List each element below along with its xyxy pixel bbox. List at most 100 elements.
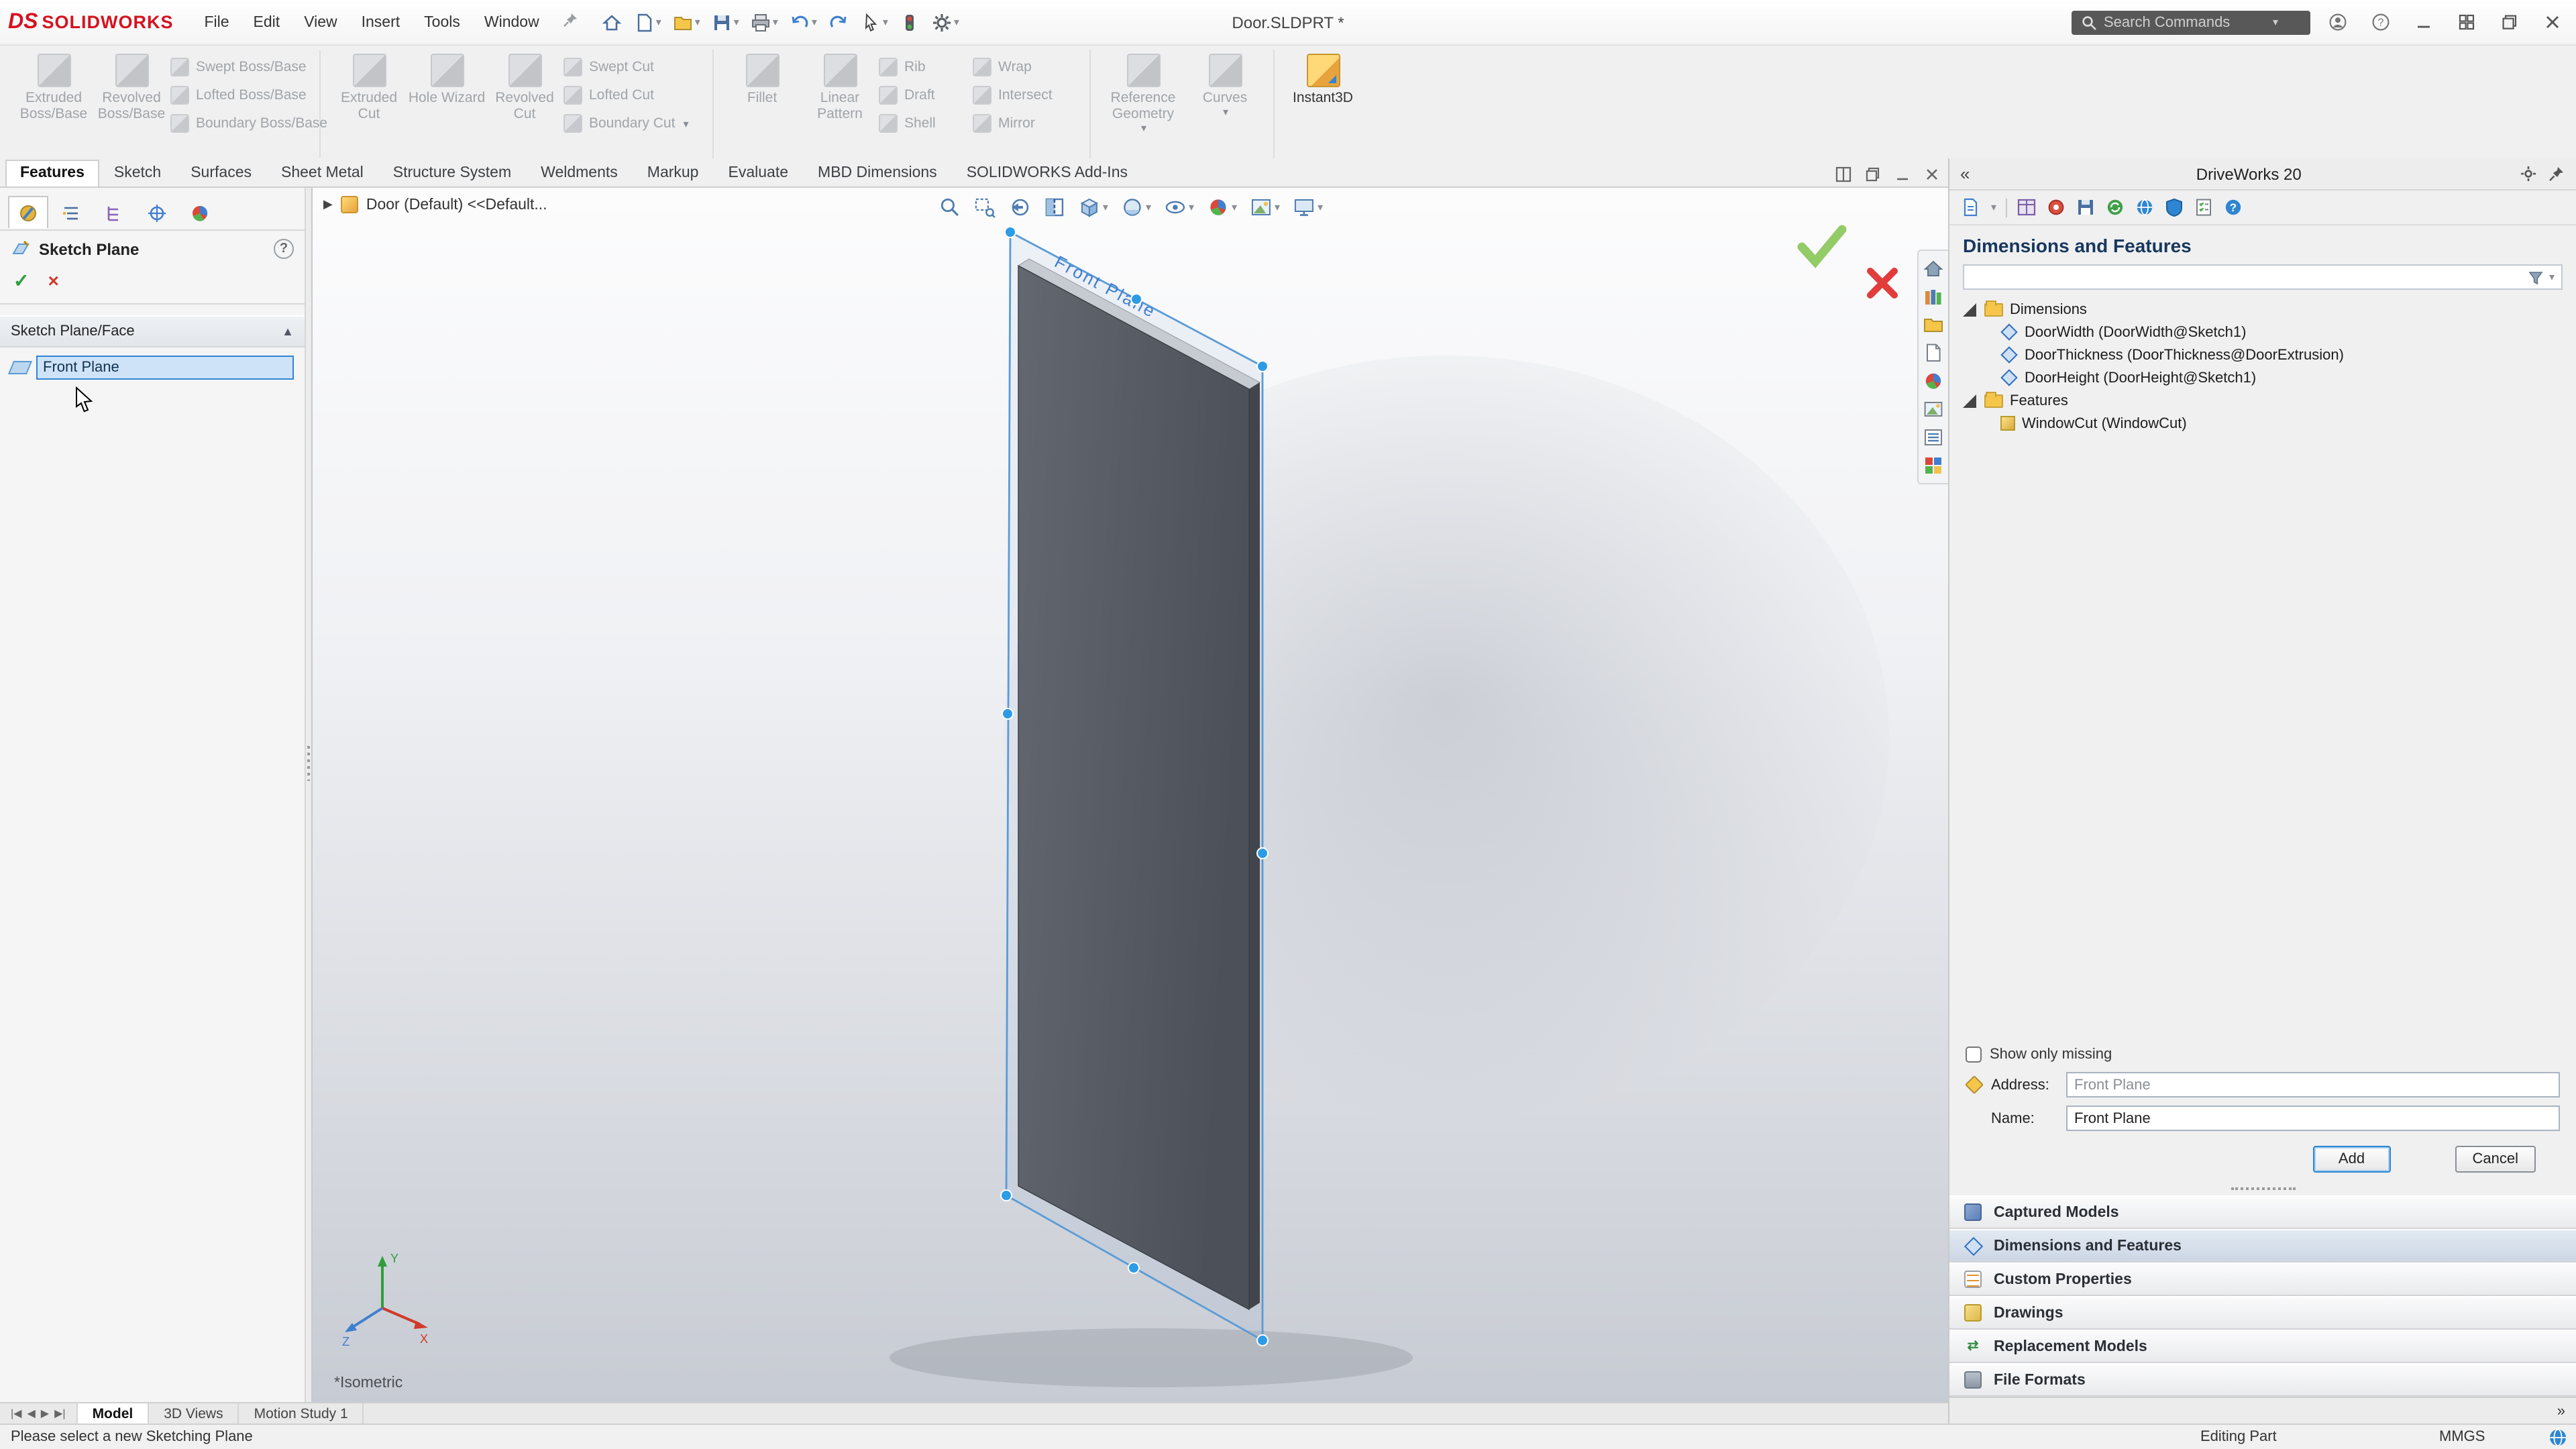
accordion-file-formats[interactable]: File Formats (1949, 1363, 2576, 1397)
project-table-icon[interactable] (2017, 197, 2037, 217)
confirm-ok-button[interactable] (1795, 223, 1849, 268)
menu-insert[interactable]: Insert (350, 9, 413, 36)
select-dropdown-icon[interactable]: ▾ (883, 16, 888, 28)
tree-item-label[interactable]: DoorHeight (DoorHeight@Sketch1) (2025, 370, 2256, 386)
search-input[interactable] (2104, 14, 2265, 30)
filter-dropdown-icon[interactable]: ▾ (2549, 271, 2555, 283)
add-button[interactable]: Add (2313, 1146, 2391, 1173)
open-file-button[interactable]: ▾ (668, 9, 704, 36)
rebuild-button[interactable] (895, 9, 924, 36)
doc-minimize-icon[interactable] (1894, 166, 1911, 182)
tab-scroll-first-icon[interactable]: |◀ (11, 1407, 21, 1419)
pm-ok-button[interactable]: ✓ (13, 270, 29, 292)
tree-item-label[interactable]: WindowCut (WindowCut) (2022, 415, 2187, 431)
select-button[interactable]: ▾ (856, 9, 892, 36)
tree-group-features[interactable]: Features (1963, 389, 2563, 412)
options-dropdown-icon[interactable]: ▾ (954, 16, 959, 28)
show-only-missing-checkbox[interactable] (1966, 1046, 1982, 1063)
edit-appearance-dropdown-icon[interactable]: ▾ (1232, 201, 1237, 213)
door-side-face[interactable] (1249, 382, 1260, 1309)
dimxpert-tab[interactable] (137, 196, 177, 228)
property-manager-tab[interactable] (8, 196, 48, 228)
accordion-custom-properties[interactable]: Custom Properties (1949, 1263, 2576, 1296)
undo-button[interactable]: ▾ (785, 9, 821, 36)
tab-model[interactable]: Model (78, 1403, 150, 1424)
selection-handle[interactable] (1001, 1190, 1012, 1201)
tab-structure-system[interactable]: Structure System (378, 160, 526, 186)
capture-icon[interactable] (2046, 197, 2066, 217)
new-file-dropdown-icon[interactable]: ▾ (656, 16, 661, 28)
tree-item-label[interactable]: DoorThickness (DoorThickness@DoorExtrusi… (2025, 347, 2344, 363)
panel-settings-gear-icon[interactable] (2520, 165, 2537, 182)
display-style-icon[interactable]: ▾ (1119, 195, 1152, 220)
shield-icon[interactable] (2164, 197, 2184, 217)
feature-manager-tab[interactable] (51, 196, 91, 228)
print-dropdown-icon[interactable]: ▾ (773, 16, 778, 28)
save-project-icon[interactable] (2076, 197, 2096, 217)
file-explorer-icon[interactable] (1923, 314, 1944, 335)
split-view-icon[interactable] (1835, 166, 1851, 182)
tab-solidworks-addins[interactable]: SOLIDWORKS Add-Ins (952, 160, 1142, 186)
tree-item-windowcut[interactable]: WindowCut (WindowCut) (1963, 412, 2563, 435)
tab-features[interactable]: Features (5, 160, 99, 186)
tab-mbd-dimensions[interactable]: MBD Dimensions (803, 160, 952, 186)
units-selector[interactable]: MMGS (2439, 1429, 2485, 1445)
tab-surfaces[interactable]: Surfaces (176, 160, 266, 186)
tree-item-doorwidth[interactable]: DoorWidth (DoorWidth@Sketch1) (1963, 321, 2563, 343)
section-collapse-icon[interactable]: ▲ (282, 325, 294, 338)
accordion-dimensions-features[interactable]: Dimensions and Features (1949, 1229, 2576, 1263)
view-palette-icon[interactable] (1923, 342, 1944, 364)
feature-filter-input[interactable] (1971, 269, 2524, 285)
undo-dropdown-icon[interactable]: ▾ (812, 16, 817, 28)
tree-group-label[interactable]: Dimensions (2010, 301, 2087, 317)
window-layout-button[interactable] (2450, 7, 2482, 37)
pin-panel-icon[interactable] (2548, 165, 2565, 182)
tree-item-label[interactable]: DoorWidth (DoorWidth@Sketch1) (2025, 324, 2246, 340)
scenes-icon[interactable] (1923, 398, 1944, 420)
account-icon[interactable] (2321, 7, 2353, 37)
command-search[interactable]: ▾ (2072, 10, 2310, 34)
save-button[interactable]: ▾ (707, 9, 743, 36)
hide-show-dropdown-icon[interactable]: ▾ (1189, 201, 1194, 213)
menu-file[interactable]: File (192, 9, 241, 36)
tab-sketch[interactable]: Sketch (99, 160, 176, 186)
instant3d-button[interactable]: Instant3D (1284, 50, 1362, 158)
configuration-manager-tab[interactable] (94, 196, 134, 228)
tree-item-doorheight[interactable]: DoorHeight (DoorHeight@Sketch1) (1963, 366, 2563, 389)
minimize-button[interactable] (2407, 7, 2439, 37)
collapse-panel-icon[interactable]: « (1960, 164, 1970, 184)
home-icon[interactable] (1923, 258, 1944, 279)
new-specification-icon[interactable] (1960, 197, 1980, 217)
expander-icon[interactable] (1963, 303, 1976, 316)
panel-splitter[interactable] (2231, 1187, 2295, 1190)
tab-scroll-next-icon[interactable]: ▶ (41, 1407, 49, 1419)
display-style-dropdown-icon[interactable]: ▾ (1146, 201, 1151, 213)
tab-evaluate[interactable]: Evaluate (714, 160, 804, 186)
door-front-face[interactable] (1018, 266, 1249, 1309)
pm-cancel-button[interactable]: × (48, 270, 58, 292)
doc-close-icon[interactable] (1924, 166, 1940, 182)
selection-handle[interactable] (1257, 1335, 1268, 1346)
sketch-plane-section-header[interactable]: Sketch Plane/Face ▲ (0, 315, 305, 347)
zoom-area-icon[interactable] (971, 195, 997, 220)
view-orientation-dropdown-icon[interactable]: ▾ (1103, 201, 1108, 213)
open-file-dropdown-icon[interactable]: ▾ (695, 16, 700, 28)
selection-handle[interactable] (1131, 294, 1142, 305)
apply-scene-icon[interactable]: ▾ (1248, 195, 1281, 220)
save-dropdown-icon[interactable]: ▾ (734, 16, 739, 28)
accordion-captured-models[interactable]: Captured Models (1949, 1195, 2576, 1229)
welcome-button[interactable] (597, 9, 627, 36)
new-file-button[interactable]: ▾ (629, 9, 665, 36)
view-settings-dropdown-icon[interactable]: ▾ (1318, 201, 1323, 213)
tab-scroll-last-icon[interactable]: ▶| (54, 1407, 65, 1419)
expand-footer-icon[interactable]: » (2557, 1403, 2565, 1419)
breadcrumb-expander-icon[interactable]: ▶ (323, 197, 333, 212)
breadcrumb[interactable]: ▶ Door (Default) <<Default... (323, 196, 547, 213)
selection-handle[interactable] (1002, 708, 1013, 719)
tab-motion-study-1[interactable]: Motion Study 1 (239, 1403, 364, 1424)
selection-handle[interactable] (1257, 361, 1268, 372)
tab-3d-views[interactable]: 3D Views (149, 1403, 239, 1424)
redo-button[interactable] (824, 9, 853, 36)
view-settings-icon[interactable]: ▾ (1291, 195, 1324, 220)
zoom-fit-icon[interactable] (936, 195, 962, 220)
